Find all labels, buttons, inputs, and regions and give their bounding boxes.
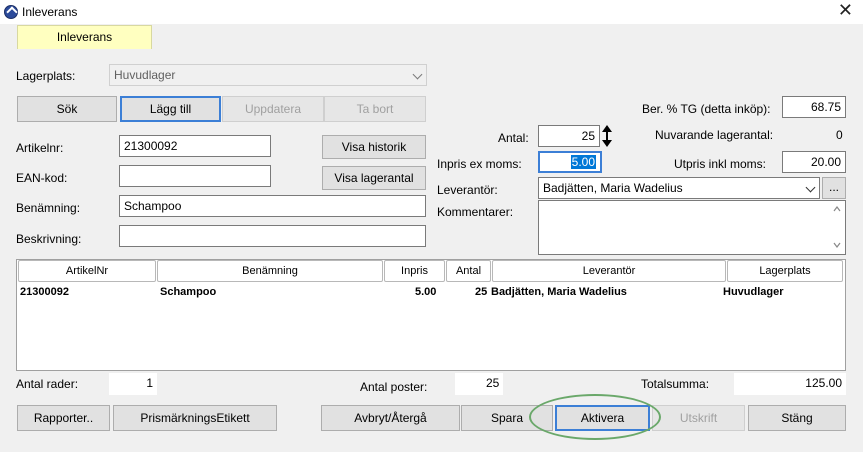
nuvarande-value: 0 — [836, 128, 843, 142]
spinner-icon[interactable] — [601, 124, 613, 148]
totalsumma-label: Totalsumma: — [641, 377, 710, 391]
visa-lagerantal-button[interactable]: Visa lagerantal — [322, 166, 426, 190]
ber-tg-label: Ber. % TG (detta inköp): — [642, 102, 771, 116]
avbryt-button[interactable]: Avbryt/Återgå — [321, 405, 460, 431]
inpris-field[interactable]: 5.00 — [538, 151, 602, 173]
scroll-down-icon[interactable] — [833, 242, 841, 248]
utpris-label: Utpris inkl moms: — [674, 157, 767, 171]
row-benamning: Schampoo — [160, 286, 217, 298]
window-title: Inleverans — [22, 5, 78, 19]
column-header-benamning[interactable]: Benämning — [157, 260, 383, 282]
lagerplats-select[interactable]: Huvudlager — [109, 64, 427, 86]
sok-button[interactable]: Sök — [17, 96, 117, 122]
totalsumma-value: 125.00 — [734, 373, 846, 395]
utpris-field[interactable]: 20.00 — [782, 151, 846, 173]
beskrivning-field[interactable] — [119, 225, 426, 247]
stang-button[interactable]: Stäng — [748, 405, 846, 431]
inleverans-table[interactable]: ArtikelNr Benämning Inpris Antal Leveran… — [16, 259, 846, 371]
leverantor-value: Badjätten, Maria Wadelius — [543, 181, 683, 195]
ta-bort-button[interactable]: Ta bort — [324, 96, 426, 122]
ean-label: EAN-kod: — [16, 171, 68, 185]
column-header-artikelnr[interactable]: ArtikelNr — [18, 260, 156, 282]
beskrivning-label: Beskrivning: — [16, 232, 82, 246]
antal-poster-value: 25 — [455, 373, 503, 395]
title-bar: Inleverans ✕ — [0, 0, 863, 24]
app-logo-icon — [4, 5, 18, 19]
lagerplats-value: Huvudlager — [114, 68, 176, 82]
leverantor-browse-button[interactable]: ... — [822, 177, 846, 199]
row-lagerplats: Huvudlager — [723, 286, 784, 298]
ean-field[interactable] — [119, 165, 271, 187]
row-antal: 25 — [475, 286, 488, 298]
row-leverantor: Badjätten, Maria Wadelius — [491, 286, 627, 298]
benamning-label: Benämning: — [16, 201, 81, 215]
kommentarer-label: Kommentarer: — [437, 205, 514, 219]
kommentarer-field[interactable] — [538, 200, 846, 255]
tab-inleverans[interactable]: Inleverans — [17, 25, 152, 49]
row-inpris: 5.00 — [415, 286, 437, 298]
close-icon[interactable]: ✕ — [838, 1, 853, 21]
inpris-value: 5.00 — [570, 155, 596, 169]
column-header-leverantor[interactable]: Leverantör — [492, 260, 726, 282]
artikelnr-field[interactable]: 21300092 — [119, 135, 271, 157]
lagg-till-button[interactable]: Lägg till — [120, 96, 221, 122]
chevron-down-icon — [805, 182, 816, 193]
column-header-lagerplats[interactable]: Lagerplats — [727, 260, 843, 282]
prismarkning-etikett-button[interactable]: PrismärkningsEtikett — [113, 405, 277, 431]
benamning-field[interactable]: Schampoo — [119, 195, 426, 217]
uppdatera-button[interactable]: Uppdatera — [222, 96, 324, 122]
row-artikelnr: 21300092 — [20, 286, 69, 298]
ber-tg-field[interactable]: 68.75 — [782, 96, 846, 118]
inleverans-window: Inleverans ✕ Inleverans Lagerplats: Huvu… — [0, 0, 863, 452]
inpris-label: Inpris ex moms: — [437, 157, 522, 171]
leverantor-select[interactable]: Badjätten, Maria Wadelius — [538, 177, 820, 199]
nuvarande-label: Nuvarande lagerantal: — [655, 128, 774, 142]
highlight-ellipse — [529, 394, 661, 440]
antal-label: Antal: — [498, 131, 529, 145]
column-header-inpris[interactable]: Inpris — [384, 260, 445, 282]
antal-field[interactable]: 25 — [538, 125, 600, 147]
artikelnr-label: Artikelnr: — [16, 141, 64, 155]
leverantor-label: Leverantör: — [437, 183, 498, 197]
rapporter-button[interactable]: Rapporter.. — [17, 405, 110, 431]
chevron-down-icon — [412, 69, 423, 80]
scroll-up-icon[interactable] — [833, 206, 841, 212]
antal-rader-value: 1 — [109, 373, 157, 395]
utskrift-button[interactable]: Utskrift — [652, 405, 745, 431]
antal-rader-label: Antal rader: — [16, 377, 79, 391]
antal-poster-label: Antal poster: — [360, 380, 428, 394]
column-header-antal[interactable]: Antal — [446, 260, 491, 282]
visa-historik-button[interactable]: Visa historik — [322, 135, 426, 159]
lagerplats-label: Lagerplats: — [16, 69, 76, 83]
